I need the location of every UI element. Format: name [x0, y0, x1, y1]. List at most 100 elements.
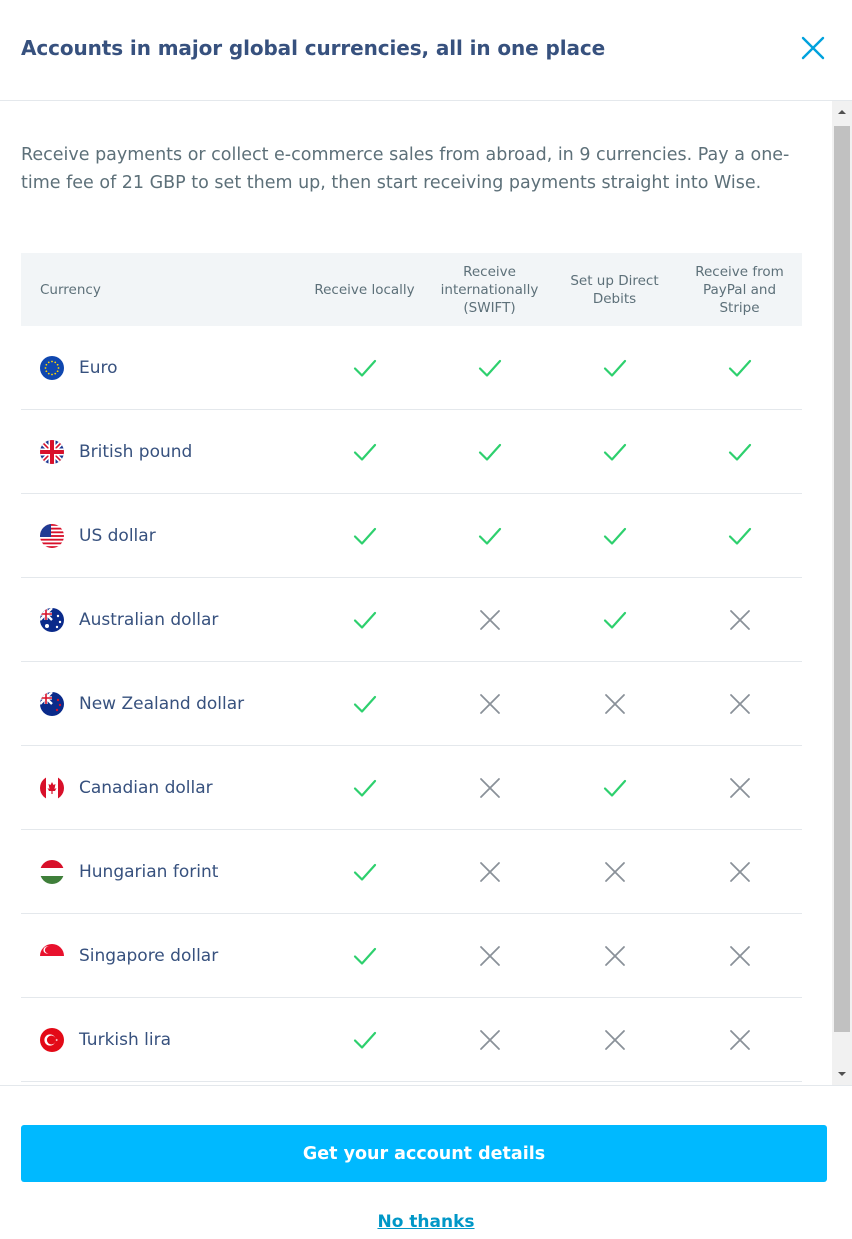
paypal-stripe-cell	[677, 326, 802, 410]
check-icon	[603, 527, 626, 545]
direct-debits-cell	[552, 493, 677, 578]
check-icon	[353, 527, 376, 545]
scrollbar[interactable]	[832, 101, 852, 1085]
direct-debits-cell	[552, 577, 677, 662]
cross-icon	[729, 777, 750, 798]
receive-locally-cell	[302, 409, 427, 494]
check-icon	[478, 527, 501, 545]
check-icon	[603, 359, 626, 377]
currency-cell: Hungarian forint	[21, 829, 302, 914]
cross-icon	[479, 777, 500, 798]
table-row: US dollar	[21, 493, 802, 578]
check-icon	[353, 1031, 376, 1049]
scrollbar-thumb[interactable]	[834, 126, 850, 1032]
receive-locally-cell	[302, 829, 427, 914]
direct-debits-cell	[552, 409, 677, 494]
currency-name: Canadian dollar	[79, 777, 213, 798]
cross-icon	[604, 945, 625, 966]
cross-icon	[479, 861, 500, 882]
cross-icon	[479, 945, 500, 966]
table-row: Singapore dollar	[21, 913, 802, 998]
check-icon	[353, 863, 376, 881]
table-row: Canadian dollar	[21, 745, 802, 830]
receive-swift-cell	[427, 409, 552, 494]
table-header-row: Currency Receive locally Receive interna…	[21, 253, 802, 326]
receive-locally-cell	[302, 577, 427, 662]
paypal-stripe-cell	[677, 745, 802, 830]
sg-flag-icon	[40, 943, 64, 968]
check-icon	[728, 527, 751, 545]
table-row: British pound	[21, 409, 802, 494]
currency-name: Turkish lira	[79, 1029, 172, 1050]
cross-icon	[604, 1029, 625, 1050]
currency-cell: Canadian dollar	[21, 745, 302, 830]
direct-debits-cell	[552, 745, 677, 830]
paypal-stripe-cell	[677, 409, 802, 494]
no-thanks-link[interactable]: No thanks	[0, 1212, 852, 1232]
header-receive-swift: Receive internationally (SWIFT)	[427, 253, 552, 326]
us-flag-icon	[40, 523, 64, 548]
direct-debits-cell	[552, 661, 677, 746]
receive-locally-cell	[302, 493, 427, 578]
gb-flag-icon	[40, 439, 64, 464]
currency-name: Hungarian forint	[79, 861, 219, 882]
cross-icon	[729, 945, 750, 966]
check-icon	[353, 611, 376, 629]
receive-swift-cell	[427, 493, 552, 578]
check-icon	[603, 779, 626, 797]
currency-table: Currency Receive locally Receive interna…	[21, 253, 802, 1082]
get-account-details-button[interactable]: Get your account details	[21, 1125, 827, 1182]
close-icon	[801, 36, 825, 60]
currency-name: New Zealand dollar	[79, 693, 245, 714]
cross-icon	[729, 1029, 750, 1050]
cross-icon	[479, 1029, 500, 1050]
cross-icon	[479, 609, 500, 630]
currency-cell: Singapore dollar	[21, 913, 302, 998]
currency-name: Australian dollar	[79, 609, 219, 630]
scroll-up-icon[interactable]	[832, 103, 852, 121]
cross-icon	[604, 861, 625, 882]
dialog-body: Receive payments or collect e-commerce s…	[0, 101, 852, 1085]
intro-text: Receive payments or collect e-commerce s…	[21, 145, 790, 193]
receive-swift-cell	[427, 326, 552, 410]
dialog-title: Accounts in major global currencies, all…	[21, 36, 606, 60]
currency-name: US dollar	[79, 525, 156, 546]
dialog-footer: Get your account details No thanks	[0, 1085, 852, 1239]
currency-cell: New Zealand dollar	[21, 661, 302, 746]
direct-debits-cell	[552, 913, 677, 998]
check-icon	[353, 779, 376, 797]
direct-debits-cell	[552, 997, 677, 1082]
receive-locally-cell	[302, 661, 427, 746]
receive-swift-cell	[427, 997, 552, 1082]
close-button[interactable]	[798, 33, 828, 63]
tr-flag-icon	[40, 1027, 64, 1052]
eu-flag-icon	[40, 355, 64, 380]
check-icon	[603, 611, 626, 629]
hu-flag-icon	[40, 859, 64, 884]
header-currency: Currency	[21, 253, 302, 326]
paypal-stripe-cell	[677, 577, 802, 662]
receive-locally-cell	[302, 745, 427, 830]
receive-swift-cell	[427, 661, 552, 746]
ca-flag-icon	[40, 775, 64, 800]
cross-icon	[729, 693, 750, 714]
cross-icon	[604, 693, 625, 714]
currency-name: British pound	[79, 441, 193, 462]
cross-icon	[729, 609, 750, 630]
table-row: Euro	[21, 326, 802, 410]
table-row: Turkish lira	[21, 997, 802, 1082]
header-direct-debits: Set up Direct Debits	[552, 253, 677, 326]
au-flag-icon	[40, 607, 64, 632]
dialog-header: Accounts in major global currencies, all…	[0, 0, 852, 101]
check-icon	[353, 947, 376, 965]
check-icon	[728, 359, 751, 377]
receive-swift-cell	[427, 829, 552, 914]
receive-locally-cell	[302, 326, 427, 410]
paypal-stripe-cell	[677, 913, 802, 998]
scroll-down-icon[interactable]	[832, 1065, 852, 1083]
cross-icon	[479, 693, 500, 714]
check-icon	[353, 443, 376, 461]
check-icon	[728, 443, 751, 461]
direct-debits-cell	[552, 326, 677, 410]
paypal-stripe-cell	[677, 829, 802, 914]
